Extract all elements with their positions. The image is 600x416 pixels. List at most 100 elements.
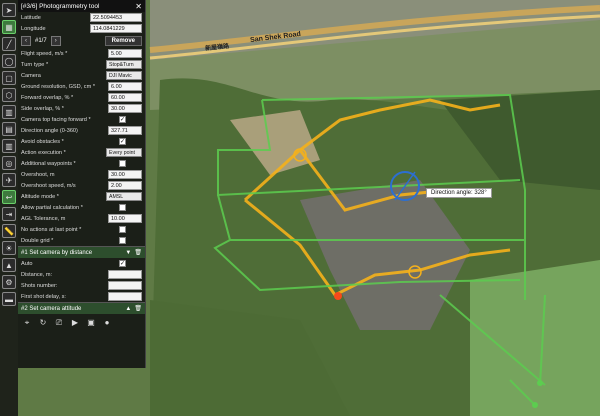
- line-tool-icon[interactable]: ╱: [2, 37, 16, 51]
- param-row: Additional waypoints *: [18, 158, 145, 169]
- record-icon[interactable]: ●: [101, 317, 113, 329]
- export-tool-icon[interactable]: ⇥: [2, 207, 16, 221]
- param-label: Shots number:: [21, 282, 58, 289]
- columns-tool-icon[interactable]: ▤: [2, 122, 16, 136]
- gimbal-icon[interactable]: ⌖: [21, 317, 33, 329]
- param-label: Turn type *: [21, 61, 49, 68]
- camera-icon[interactable]: ⎚: [53, 317, 65, 329]
- param-row: Side overlap, % * 30.00: [18, 103, 145, 114]
- param-label: First shot delay, s:: [21, 293, 66, 300]
- chart-tool-icon[interactable]: ▬: [2, 292, 16, 306]
- tool-toolbar: ➤ ▦ ╱ ◯ ▢ ⬡ ▥ ▤ ▥ ◎ ✈ ↩ ⇥ 📏 ☀ ▲ ⚙ ▬: [0, 0, 18, 416]
- param-row: Action execution * Every point: [18, 147, 145, 158]
- param-checkbox[interactable]: [119, 160, 126, 167]
- return-tool-icon[interactable]: ↩: [2, 190, 16, 204]
- param-checkbox[interactable]: ✓: [119, 138, 126, 145]
- params-list: Flight speed, m/s * 5.00 Turn type * Stop&T…: [18, 48, 145, 246]
- param-label: Double grid *: [21, 237, 54, 244]
- param-select[interactable]: Stop&Turn: [106, 60, 142, 69]
- param-input[interactable]: 327.71: [108, 126, 142, 135]
- param-label: Overshoot, m: [21, 171, 55, 178]
- param-row: Turn type * Stop&Turn: [18, 59, 145, 70]
- longitude-row: Longitude 114.0841229: [18, 23, 145, 34]
- building-tool-icon[interactable]: ▥: [2, 105, 16, 119]
- param-row: Camera DJI Mavic 2...: [18, 70, 145, 88]
- rotate-icon[interactable]: ↻: [37, 317, 49, 329]
- param-row: Camera top facing forward * ✓: [18, 114, 145, 125]
- prev-icon[interactable]: ‹: [21, 36, 31, 46]
- section-title: #2 Set camera attitude: [21, 305, 82, 312]
- pointer-tool-icon[interactable]: ➤: [2, 3, 16, 17]
- param-row: Overshoot speed, m/s 2.00: [18, 180, 145, 191]
- param-input[interactable]: 30.00: [108, 170, 142, 179]
- param-row: Altitude mode * AMSL: [18, 191, 145, 202]
- param-input[interactable]: 5.00: [108, 49, 142, 58]
- remove-button[interactable]: Remove: [104, 36, 142, 46]
- param-select[interactable]: DJI Mavic 2...: [106, 71, 142, 88]
- param-input[interactable]: 30.00: [108, 104, 142, 113]
- section-title: #1 Set camera by distance: [21, 249, 93, 256]
- next-icon[interactable]: ›: [50, 36, 61, 46]
- param-label: Ground resolution, GSD, cm *: [21, 83, 95, 90]
- param-checkbox[interactable]: [119, 237, 126, 244]
- param-row: Allow partial calculation *: [18, 202, 145, 213]
- param-label: Auto: [21, 260, 33, 267]
- param-row: No actions at last point *: [18, 224, 145, 235]
- section-camera-distance-fields: Auto ✓ Distance, m: Shots number: First shot…: [18, 258, 145, 302]
- param-select[interactable]: AMSL: [106, 192, 142, 201]
- drone-tool-icon[interactable]: ✈: [2, 173, 16, 187]
- param-input[interactable]: [108, 292, 142, 301]
- param-row: Forward overlap, % * 60.00: [18, 92, 145, 103]
- longitude-label: Longitude: [21, 25, 46, 32]
- panel-titlebar: [#3/6] Photogrammetry tool ✕: [18, 0, 145, 12]
- sun-tool-icon[interactable]: ☀: [2, 241, 16, 255]
- arrow-down-icon[interactable]: ▼: [125, 250, 131, 256]
- circle-path-tool-icon[interactable]: ◎: [2, 156, 16, 170]
- param-input[interactable]: 10.00: [108, 214, 142, 223]
- param-label: AGL Tolerance, m: [21, 215, 66, 222]
- longitude-input[interactable]: 114.0841229: [90, 24, 142, 33]
- action-icons: ⌖ ↻ ⎚ ▶ ▣ ●: [18, 314, 145, 332]
- square-tool-icon[interactable]: ▢: [2, 71, 16, 85]
- grid-tool-icon[interactable]: ▦: [2, 20, 16, 34]
- section-camera-distance[interactable]: #1 Set camera by distance ▼ 🗑: [18, 246, 145, 258]
- photo-icon[interactable]: ▣: [85, 317, 97, 329]
- param-checkbox[interactable]: [119, 226, 126, 233]
- photogrammetry-panel: [#3/6] Photogrammetry tool ✕ Latitude 22…: [18, 0, 146, 368]
- close-icon[interactable]: ✕: [135, 2, 142, 11]
- param-row: Distance, m:: [18, 269, 145, 280]
- param-label: Side overlap, % *: [21, 105, 64, 112]
- param-input[interactable]: 2.00: [108, 181, 142, 190]
- settings-tool-icon[interactable]: ⚙: [2, 275, 16, 289]
- param-label: Direction angle (0-360): [21, 127, 78, 134]
- param-row: Double grid *: [18, 235, 145, 246]
- trash-icon[interactable]: 🗑: [134, 306, 142, 312]
- param-row: AGL Tolerance, m 10.00: [18, 213, 145, 224]
- polygon-tool-icon[interactable]: ⬡: [2, 88, 16, 102]
- param-row: Ground resolution, GSD, cm * 6.00: [18, 81, 145, 92]
- param-checkbox[interactable]: ✓: [119, 116, 126, 123]
- param-checkbox[interactable]: ✓: [119, 260, 126, 267]
- section-camera-attitude[interactable]: #2 Set camera attitude ▲ 🗑: [18, 302, 145, 314]
- param-input[interactable]: 60.00: [108, 93, 142, 102]
- video-icon[interactable]: ▶: [69, 317, 81, 329]
- param-label: Allow partial calculation *: [21, 204, 83, 211]
- param-select[interactable]: Every point: [106, 148, 142, 157]
- latitude-row: Latitude 22.5094453: [18, 12, 145, 23]
- circle-tool-icon[interactable]: ◯: [2, 54, 16, 68]
- trash-icon[interactable]: 🗑: [134, 250, 142, 256]
- ruler-tool-icon[interactable]: 📏: [2, 224, 16, 238]
- latitude-input[interactable]: 22.5094453: [90, 13, 142, 22]
- param-label: Overshoot speed, m/s: [21, 182, 76, 189]
- param-input[interactable]: [108, 281, 142, 290]
- param-label: Camera top facing forward *: [21, 116, 91, 123]
- param-input[interactable]: [108, 270, 142, 279]
- param-label: Flight speed, m/s *: [21, 50, 68, 57]
- arrow-up-icon[interactable]: ▲: [125, 306, 131, 312]
- param-row: Avoid obstacles * ✓: [18, 136, 145, 147]
- bars-tool-icon[interactable]: ▥: [2, 139, 16, 153]
- waypoint-marker[interactable]: [334, 292, 342, 300]
- layers-tool-icon[interactable]: ▲: [2, 258, 16, 272]
- param-checkbox[interactable]: [119, 204, 126, 211]
- param-input[interactable]: 6.00: [108, 82, 142, 91]
